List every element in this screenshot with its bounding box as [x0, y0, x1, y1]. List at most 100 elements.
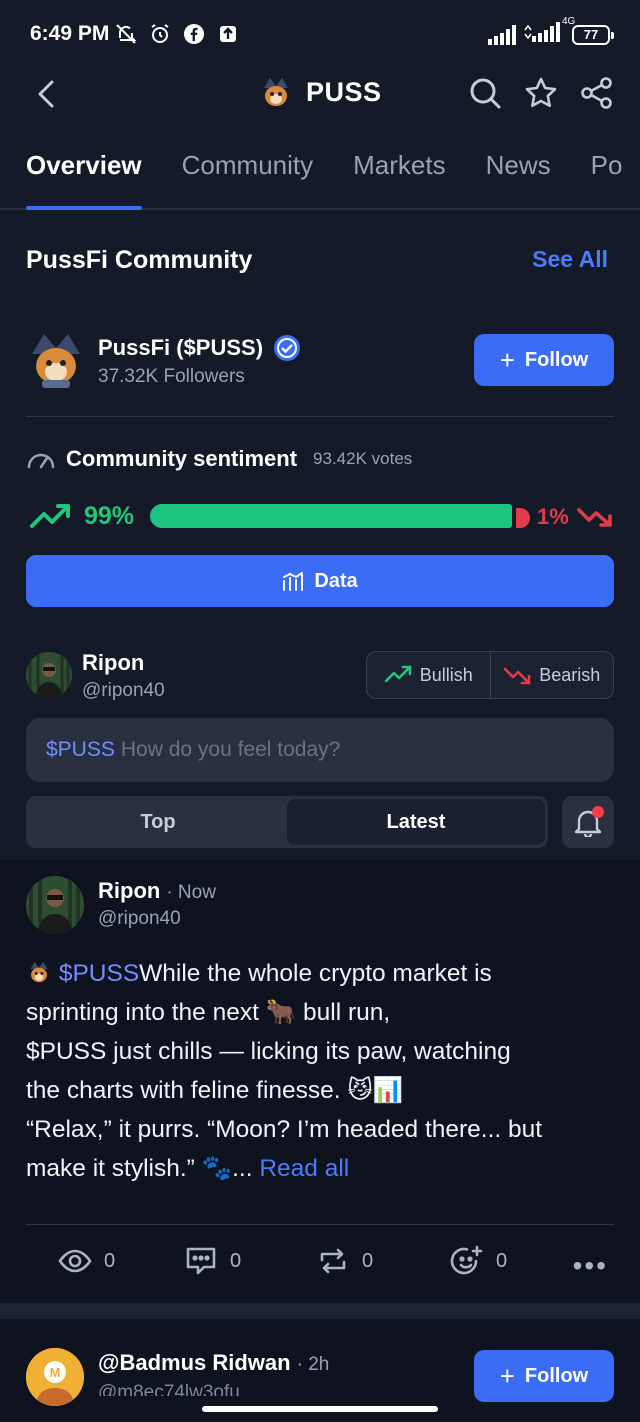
- chart-icon: [283, 572, 304, 591]
- verified-badge-icon: [274, 335, 301, 361]
- post-author-avatar[interactable]: [26, 876, 84, 934]
- repost-action[interactable]: 0: [316, 1244, 373, 1278]
- signal-4g-icon: [524, 22, 560, 42]
- post-author-row: @Badmus Ridwan · 2h: [98, 1350, 329, 1376]
- comments-count: 0: [230, 1249, 242, 1272]
- alarm-icon: [151, 24, 169, 43]
- follow-button[interactable]: + Follow: [474, 1350, 614, 1402]
- back-arrow-icon[interactable]: [30, 76, 66, 112]
- battery-level: 77: [583, 27, 599, 42]
- network-indicator: 4G: [524, 16, 575, 47]
- post-author-handle: @m8ec74lw3ofu: [98, 1382, 240, 1396]
- post-line: make it stylish.” 🐾...: [26, 1155, 253, 1182]
- bullish-percent: 99%: [84, 502, 135, 530]
- comment-action[interactable]: 0: [184, 1244, 241, 1278]
- bearish-button[interactable]: Bearish: [489, 652, 614, 698]
- header-actions: [468, 76, 614, 110]
- tab-bar: Overview Community Markets News Po: [0, 150, 640, 210]
- trending-up-icon: [30, 504, 70, 528]
- post-author-handle: @ripon40: [98, 908, 181, 929]
- tab-overview[interactable]: Overview: [26, 150, 142, 210]
- post-input[interactable]: $PUSS How do you feel today?: [26, 718, 614, 782]
- post-line: $PUSS just chills — licking its paw, wat…: [26, 1038, 511, 1065]
- sentiment-label: Community sentiment: [66, 446, 298, 471]
- bullish-label: Bullish: [419, 664, 473, 685]
- react-action[interactable]: 0: [450, 1244, 507, 1278]
- reposts-count: 0: [362, 1249, 374, 1272]
- divider: [26, 1224, 614, 1225]
- community-avatar: [32, 334, 80, 388]
- notification-dot: [592, 806, 604, 818]
- composer-user-handle: @ripon40: [82, 680, 165, 701]
- bullish-button[interactable]: Bullish: [367, 652, 490, 698]
- follower-count: 37.32K Followers: [98, 366, 245, 387]
- comment-icon: [186, 1247, 216, 1275]
- read-all-link[interactable]: Read all: [259, 1155, 349, 1182]
- status-notification-icons: [114, 22, 240, 46]
- see-all-link[interactable]: See All: [532, 246, 608, 273]
- post-line: sprinting into the next 🐂 bull run,: [26, 999, 391, 1026]
- bearish-label: Bearish: [539, 664, 601, 685]
- post-line: the charts with feline finesse. 😼📊: [26, 1077, 404, 1104]
- follow-button-label: Follow: [524, 1364, 589, 1387]
- more-options-icon[interactable]: •••: [573, 1250, 608, 1282]
- post-line: “Relax,” it purrs. “Moon? I’m headed the…: [26, 1116, 543, 1143]
- notifications-button[interactable]: [562, 796, 614, 848]
- status-time: 6:49 PM: [30, 22, 110, 45]
- divider: [26, 416, 614, 417]
- post-ticker-link[interactable]: $PUSS: [59, 960, 139, 987]
- star-icon[interactable]: [524, 76, 558, 110]
- tab-po[interactable]: Po: [591, 150, 623, 208]
- post-time: · 2h: [296, 1354, 330, 1375]
- page-title: PUSS: [306, 76, 382, 107]
- tab-news[interactable]: News: [486, 150, 551, 208]
- post-time: · Now: [166, 882, 216, 903]
- plus-icon: +: [499, 345, 515, 375]
- views-action[interactable]: 0: [58, 1244, 115, 1278]
- input-ticker: $PUSS: [46, 738, 115, 761]
- sort-top[interactable]: Top: [29, 799, 287, 845]
- trending-down-icon: [503, 667, 531, 685]
- post-author-name[interactable]: Ripon: [98, 878, 160, 904]
- sentiment-votes: 93.42K votes: [313, 449, 413, 468]
- post-author-avatar[interactable]: M: [26, 1348, 84, 1406]
- trending-up-icon: [384, 665, 412, 683]
- composer-user-name: Ripon: [82, 650, 145, 675]
- data-button-label: Data: [314, 569, 358, 592]
- tab-markets[interactable]: Markets: [353, 150, 445, 208]
- trending-down-icon: [577, 508, 612, 527]
- follow-button[interactable]: + Follow: [474, 334, 614, 386]
- sort-latest[interactable]: Latest: [287, 799, 545, 845]
- eye-icon: [58, 1249, 92, 1273]
- puss-coin-icon: [30, 961, 48, 983]
- reactions-count: 0: [496, 1249, 508, 1272]
- sentiment-header: Community sentiment 93.42K votes: [26, 446, 412, 472]
- battery-indicator: 77: [572, 24, 614, 45]
- add-reaction-icon: [450, 1245, 483, 1275]
- plus-icon: +: [499, 1361, 515, 1391]
- follow-button-label: Follow: [524, 348, 589, 371]
- tab-community[interactable]: Community: [182, 150, 313, 208]
- search-icon[interactable]: [468, 76, 502, 110]
- post-author-name[interactable]: @Badmus Ridwan: [98, 1350, 291, 1376]
- vote-buttons: Bullish Bearish: [366, 651, 614, 699]
- bearish-percent: 1%: [537, 504, 569, 529]
- post-body[interactable]: $PUSSWhile the whole crypto market is sp…: [26, 954, 618, 1188]
- community-name: PussFi ($PUSS): [98, 335, 264, 360]
- home-indicator[interactable]: [202, 1406, 438, 1412]
- puss-coin-logo: [258, 74, 294, 110]
- data-button[interactable]: Data: [26, 555, 614, 607]
- facebook-icon: [184, 24, 204, 44]
- bell-muted-icon: [116, 24, 137, 44]
- post-actions: 0 0 0 0 •••: [0, 1244, 640, 1288]
- status-bar: 6:49 PM 4G 77: [0, 0, 640, 60]
- bearish-bar: [516, 508, 530, 528]
- svg-text:M: M: [50, 1365, 61, 1380]
- community-name-row: PussFi ($PUSS): [98, 334, 301, 362]
- repost-icon: [320, 1248, 346, 1274]
- share-icon[interactable]: [580, 76, 614, 110]
- views-count: 0: [104, 1249, 116, 1272]
- user-avatar: [26, 652, 72, 698]
- input-placeholder: How do you feel today?: [120, 738, 341, 761]
- post-author-row: Ripon · Now: [98, 878, 216, 904]
